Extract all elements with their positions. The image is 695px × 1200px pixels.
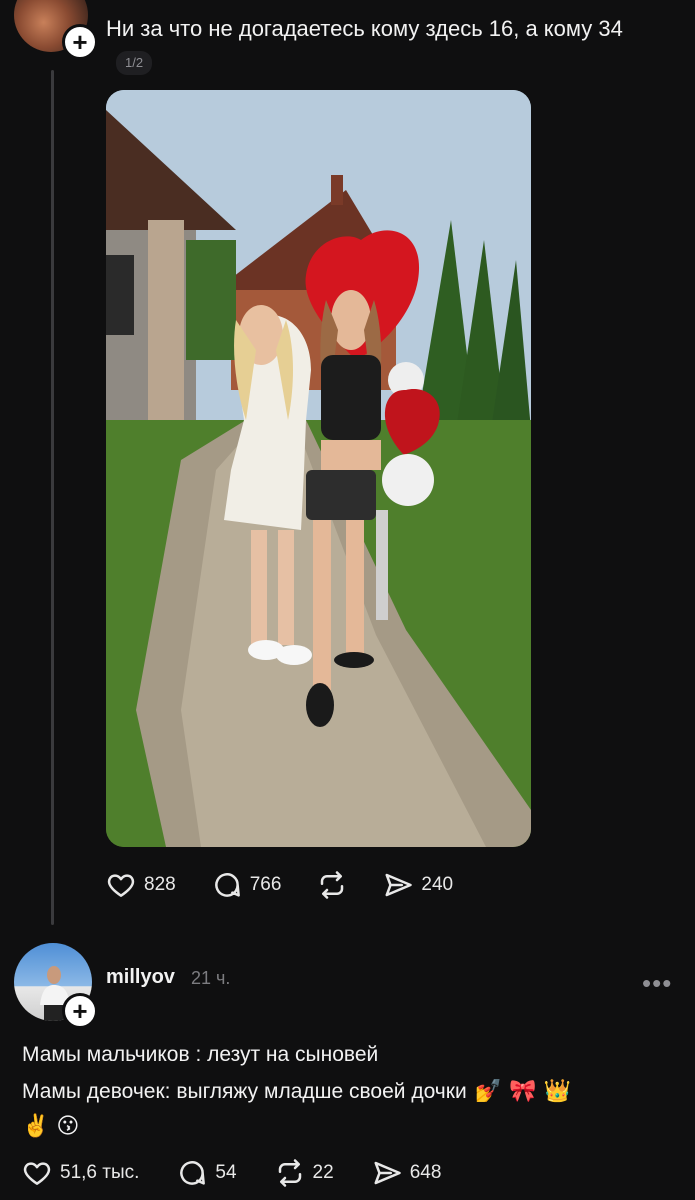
repost-icon — [278, 1159, 301, 1187]
more-icon[interactable]: ••• — [642, 968, 672, 999]
share-button[interactable]: 240 — [383, 870, 453, 900]
comment-count: 54 — [215, 1162, 237, 1183]
repost-button[interactable] — [317, 870, 347, 900]
like-button[interactable]: 51,6 тыс. — [22, 1158, 139, 1188]
post-photo[interactable] — [106, 90, 531, 847]
share-count: 240 — [421, 874, 454, 895]
post-actions: 51,6 тыс. 54 22 648 — [22, 1158, 479, 1188]
comment-icon — [180, 1161, 206, 1185]
comment-button[interactable]: 54 — [177, 1158, 237, 1188]
username[interactable]: millyov — [106, 966, 175, 989]
thread-line — [51, 70, 54, 925]
emoji-group: ✌️ 😗 — [22, 1114, 80, 1139]
share-icon — [374, 1161, 401, 1185]
heart-icon — [107, 874, 135, 897]
repost-icon — [321, 871, 344, 899]
post-text: Ни за что не догадаетесь кому здесь 16, … — [106, 12, 666, 80]
like-button[interactable]: 828 — [106, 870, 176, 900]
like-count: 51,6 тыс. — [60, 1162, 140, 1183]
post-text-line-2: Мамы девочек: выгляжу младше своей дочки… — [22, 1077, 672, 1107]
post-actions: 828 766 240 — [106, 870, 489, 900]
post-text-line-1: Мамы мальчиков : лезут на сыновей — [22, 1043, 379, 1066]
post-caption: Ни за что не догадаетесь кому здесь 16, … — [106, 16, 623, 41]
post-time: 21 ч. — [191, 968, 231, 988]
plus-icon[interactable]: + — [62, 24, 98, 60]
share-count: 648 — [409, 1162, 442, 1183]
comment-count: 766 — [249, 874, 282, 895]
share-icon — [385, 873, 413, 897]
share-button[interactable]: 648 — [372, 1158, 442, 1188]
post-text-line-3: ✌️ 😗 — [22, 1112, 79, 1142]
comment-button[interactable]: 766 — [212, 870, 282, 900]
repost-button[interactable]: 22 — [275, 1158, 334, 1188]
like-count: 828 — [144, 874, 176, 895]
heart-icon — [23, 1162, 51, 1185]
emoji-group: 💅 🎀 👑 — [474, 1079, 571, 1104]
comment-icon — [214, 873, 240, 897]
page-indicator: 1/2 — [116, 51, 153, 75]
photo-illustration — [106, 90, 531, 847]
plus-icon[interactable]: + — [62, 993, 98, 1029]
repost-count: 22 — [312, 1162, 334, 1183]
post-text-line-2-text: Мамы девочек: выгляжу младше своей дочки — [22, 1080, 467, 1103]
